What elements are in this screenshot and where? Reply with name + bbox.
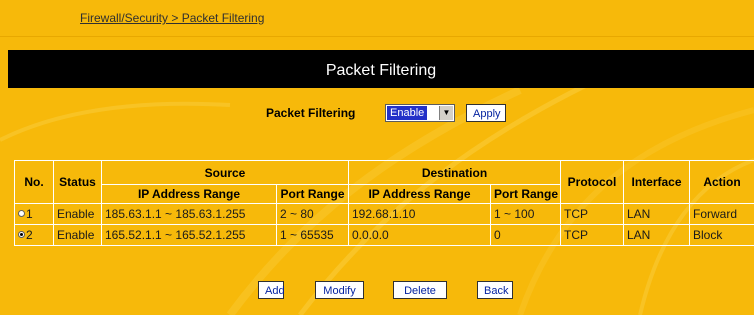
header-destination-port-range: Port Range [490, 184, 561, 204]
row-destination-ip: 0.0.0.0 [348, 224, 491, 246]
row-source-port: 1 ~ 65535 [276, 224, 349, 246]
row-source-ip: 165.52.1.1 ~ 165.52.1.255 [101, 224, 277, 246]
radio-button-icon[interactable] [18, 210, 25, 218]
row-number: 2 [26, 228, 33, 242]
breadcrumb-bar: Firewall/Security > Packet Filtering [0, 0, 754, 40]
row-interface: LAN [623, 224, 690, 246]
row-protocol: TCP [560, 224, 624, 246]
radio-button-icon[interactable] [18, 231, 25, 239]
row-destination-port: 0 [490, 224, 561, 246]
table-row: 1 Enable 185.63.1.1 ~ 185.63.1.255 2 ~ 8… [14, 203, 754, 225]
header-action: Action [689, 160, 754, 204]
packet-filtering-label: Packet Filtering [266, 106, 356, 120]
row-number: 1 [26, 207, 33, 221]
row-source-port: 2 ~ 80 [276, 203, 349, 225]
header-source-ip-range: IP Address Range [101, 184, 277, 204]
row-status: Enable [53, 224, 102, 246]
add-button[interactable]: Add [258, 281, 285, 299]
apply-button[interactable]: Apply [466, 104, 506, 122]
header-destination-ip-range: IP Address Range [348, 184, 491, 204]
packet-filtering-control: Packet Filtering Enable ▼ Apply [0, 95, 754, 129]
breadcrumb[interactable]: Firewall/Security > Packet Filtering [80, 11, 264, 25]
row-protocol: TCP [560, 203, 624, 225]
action-buttons: Add Modify Delete Back [0, 278, 754, 302]
header-no: No. [14, 160, 54, 204]
select-value: Enable [387, 106, 428, 120]
chevron-down-icon[interactable]: ▼ [439, 106, 453, 120]
row-destination-port: 1 ~ 100 [490, 203, 561, 225]
row-status: Enable [53, 203, 102, 225]
row-source-ip: 185.63.1.1 ~ 185.63.1.255 [101, 203, 277, 225]
back-button[interactable]: Back [477, 281, 513, 299]
row-action: Block [689, 224, 754, 246]
breadcrumb-divider [0, 36, 754, 37]
page-title: Packet Filtering [8, 50, 754, 88]
packet-filter-table: No. Status Source Destination Protocol I… [14, 160, 754, 258]
header-protocol: Protocol [560, 160, 624, 204]
row-destination-ip: 192.68.1.10 [348, 203, 491, 225]
header-source: Source [101, 160, 349, 185]
header-interface: Interface [623, 160, 690, 204]
delete-button[interactable]: Delete [393, 281, 447, 299]
modify-button[interactable]: Modify [315, 281, 364, 299]
header-destination: Destination [348, 160, 561, 185]
row-no-cell: 2 [14, 224, 54, 246]
packet-filtering-select[interactable]: Enable ▼ [385, 104, 455, 122]
row-action: Forward [689, 203, 754, 225]
background-swoosh-decoration [0, 57, 754, 315]
header-status: Status [53, 160, 102, 204]
table-row: 2 Enable 165.52.1.1 ~ 165.52.1.255 1 ~ 6… [14, 224, 754, 246]
row-interface: LAN [623, 203, 690, 225]
header-source-port-range: Port Range [276, 184, 349, 204]
row-no-cell: 1 [14, 203, 54, 225]
